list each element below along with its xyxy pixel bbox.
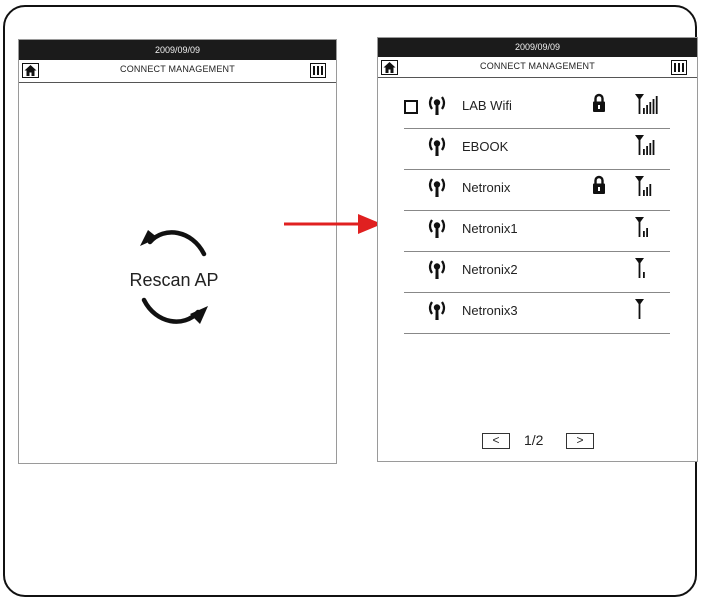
date-bar: 2009/09/09 <box>378 38 697 57</box>
page-title: CONNECT MANAGEMENT <box>120 64 235 74</box>
title-bar: CONNECT MANAGEMENT <box>19 61 336 83</box>
rescan-label: Rescan AP <box>129 270 219 290</box>
signal-strength-icon <box>635 94 658 114</box>
lock-icon <box>593 93 605 112</box>
page-title: CONNECT MANAGEMENT <box>480 61 595 71</box>
signal-strength-icon <box>635 299 644 319</box>
access-point-name: Netronix <box>462 180 511 195</box>
lock-icon <box>593 175 605 194</box>
access-point-row[interactable]: LAB Wifi <box>404 88 670 129</box>
access-point-row[interactable]: Netronix3 <box>404 293 670 334</box>
next-page-button[interactable]: > <box>566 433 594 449</box>
access-point-name: EBOOK <box>462 139 509 154</box>
access-point-name: Netronix3 <box>462 303 518 318</box>
rescan-ap-button[interactable]: Rescan AP <box>99 220 249 340</box>
previous-page-button[interactable]: < <box>482 433 510 449</box>
page-indicator: 1/2 <box>524 432 544 448</box>
red-right-arrow-icon <box>284 214 382 234</box>
refresh-arrow-top-icon <box>140 230 207 257</box>
wifi-antenna-icon <box>428 260 446 279</box>
title-bar: CONNECT MANAGEMENT <box>378 58 697 78</box>
wifi-antenna-icon <box>428 96 446 115</box>
refresh-arrow-bottom-icon <box>141 297 208 324</box>
battery-icon <box>310 63 326 78</box>
wifi-antenna-icon <box>428 219 446 238</box>
access-point-name: LAB Wifi <box>462 98 512 113</box>
access-point-row[interactable]: Netronix2 <box>404 252 670 293</box>
access-point-name: Netronix1 <box>462 221 518 236</box>
signal-strength-icon <box>635 217 648 237</box>
battery-icon <box>671 60 687 75</box>
selection-checkbox[interactable] <box>404 100 418 114</box>
signal-strength-icon <box>635 258 645 278</box>
access-point-row[interactable]: Netronix1 <box>404 211 670 252</box>
date-bar: 2009/09/09 <box>19 40 336 60</box>
rescan-screen: 2009/09/09 CONNECT MANAGEMENT Rescan AP <box>18 39 337 464</box>
signal-strength-icon <box>635 176 652 196</box>
wifi-antenna-icon <box>428 178 446 197</box>
access-point-list-screen: 2009/09/09 CONNECT MANAGEMENT LAB Wifi EB… <box>377 37 698 462</box>
signal-strength-icon <box>635 135 655 155</box>
wifi-antenna-icon <box>428 137 446 156</box>
access-point-row[interactable]: Netronix <box>404 170 670 211</box>
wifi-antenna-icon <box>428 301 446 320</box>
access-point-list: LAB Wifi EBOOK Netronix Netronix1 Netronix2 N… <box>404 88 670 334</box>
access-point-row[interactable]: EBOOK <box>404 129 670 170</box>
access-point-name: Netronix2 <box>462 262 518 277</box>
